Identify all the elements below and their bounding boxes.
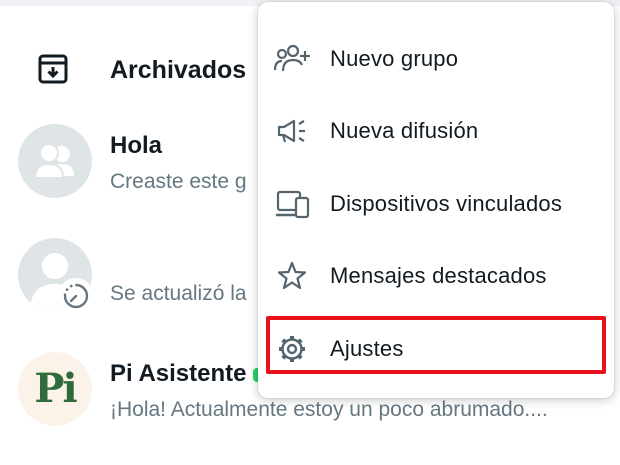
menu-item-label: Ajustes xyxy=(330,336,404,361)
pi-avatar-text: Pi xyxy=(34,365,77,412)
menu-item-label: Mensajes destacados xyxy=(330,263,547,288)
add-group-icon xyxy=(273,43,312,75)
menu-item-settings[interactable]: Ajustes xyxy=(258,318,614,378)
broadcast-megaphone-icon xyxy=(274,115,312,147)
archive-box-icon xyxy=(36,52,70,86)
status-timer-icon xyxy=(58,278,94,314)
group-avatar-icon xyxy=(18,124,92,198)
chat-preview: Creaste este g xyxy=(110,170,247,193)
menu-item-label: Dispositivos vinculados xyxy=(330,191,563,216)
star-icon xyxy=(274,260,312,292)
chat-name: Hola xyxy=(110,132,163,159)
chat-preview: Se actualizó la xyxy=(110,282,247,305)
menu-item-starred-messages[interactable]: Mensajes destacados xyxy=(258,245,614,305)
chat-name-text: Pi Asistente xyxy=(110,360,247,387)
chat-preview: ¡Hola! Actualmente estoy un poco abrumad… xyxy=(110,398,548,421)
menu-item-new-broadcast[interactable]: Nueva difusión xyxy=(258,100,614,160)
menu-item-linked-devices[interactable]: Dispositivos vinculados xyxy=(258,173,614,233)
gear-icon xyxy=(274,333,312,365)
overflow-menu: Nuevo grupo Nueva difusión Dispositivos … xyxy=(258,2,614,398)
menu-item-label: Nuevo grupo xyxy=(330,46,459,71)
menu-item-new-group[interactable]: Nuevo grupo xyxy=(258,28,614,88)
linked-devices-icon xyxy=(274,188,312,220)
menu-item-label: Nueva difusión xyxy=(330,118,479,143)
archived-label: Archivados xyxy=(110,56,247,84)
pi-avatar: Pi xyxy=(18,352,92,426)
chat-name: Pi Asistente xyxy=(110,360,261,388)
